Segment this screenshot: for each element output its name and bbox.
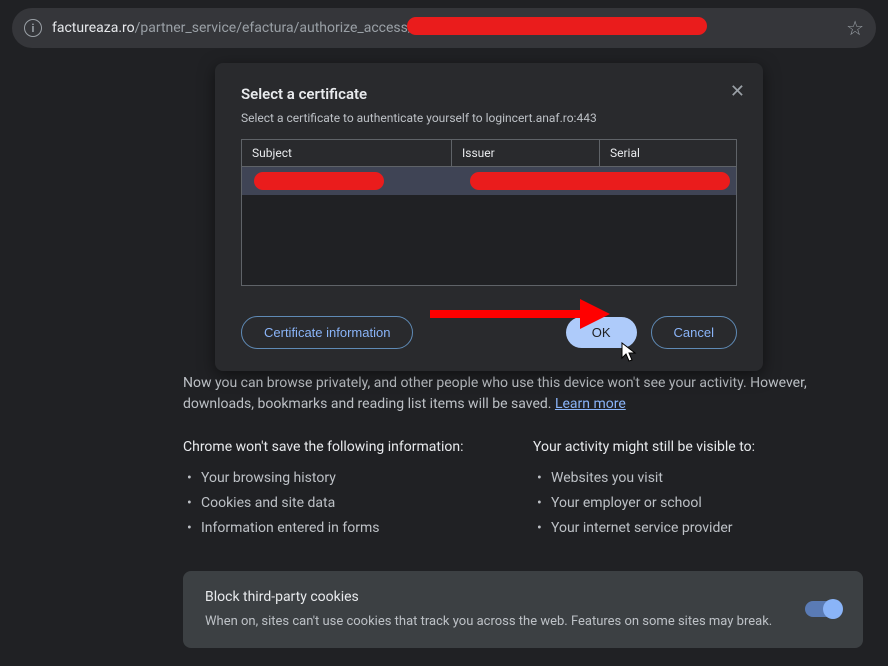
list-item: Websites you visit (551, 468, 863, 489)
certificate-table: Subject Issuer Serial (241, 139, 737, 286)
list-item: Cookies and site data (201, 493, 513, 514)
close-icon[interactable]: ✕ (730, 81, 745, 102)
col-subject[interactable]: Subject (242, 140, 452, 166)
cookie-toggle[interactable] (805, 601, 841, 617)
right-title: Your activity might still be visible to: (533, 437, 863, 458)
intro-text: Now you can browse privately, and other … (183, 375, 807, 412)
redacted-subject (254, 172, 384, 190)
learn-more-link[interactable]: Learn more (555, 396, 626, 412)
cookie-desc: When on, sites can't use cookies that tr… (205, 612, 793, 632)
col-issuer[interactable]: Issuer (452, 140, 600, 166)
certificate-row[interactable] (242, 167, 736, 195)
col-serial[interactable]: Serial (600, 140, 736, 166)
cookie-box: Block third-party cookies When on, sites… (183, 571, 863, 648)
left-list: Your browsing history Cookies and site d… (183, 468, 513, 539)
list-item: Your internet service provider (551, 518, 863, 539)
modal-title: Select a certificate (241, 85, 737, 103)
right-list: Websites you visit Your employer or scho… (533, 468, 863, 539)
url-domain: factureaza.ro (52, 20, 135, 36)
redacted-url-segment (407, 17, 707, 35)
incognito-intro: Now you can browse privately, and other … (183, 373, 863, 415)
redacted-issuer-serial (470, 172, 730, 190)
list-item: Information entered in forms (201, 518, 513, 539)
table-empty-area (242, 195, 736, 285)
cookie-title: Block third-party cookies (205, 587, 793, 608)
cursor-icon (621, 342, 639, 369)
info-icon[interactable]: i (24, 19, 42, 37)
right-column: Your activity might still be visible to:… (533, 437, 863, 543)
left-column: Chrome won't save the following informat… (183, 437, 513, 543)
list-item: Your employer or school (551, 493, 863, 514)
left-title: Chrome won't save the following informat… (183, 437, 513, 458)
url-text: factureaza.ro/partner_service/efactura/a… (52, 20, 422, 36)
annotation-arrow (425, 289, 615, 339)
address-bar[interactable]: i factureaza.ro/partner_service/efactura… (12, 8, 876, 48)
table-header: Subject Issuer Serial (242, 140, 736, 167)
list-item: Your browsing history (201, 468, 513, 489)
incognito-content: Now you can browse privately, and other … (183, 373, 863, 648)
certificate-information-button[interactable]: Certificate information (241, 316, 413, 349)
cancel-button[interactable]: Cancel (651, 316, 737, 349)
url-path: /partner_service/efactura/authorize_acce… (135, 20, 422, 36)
modal-subtitle: Select a certificate to authenticate you… (241, 111, 737, 125)
bookmark-star-icon[interactable]: ☆ (846, 16, 864, 40)
